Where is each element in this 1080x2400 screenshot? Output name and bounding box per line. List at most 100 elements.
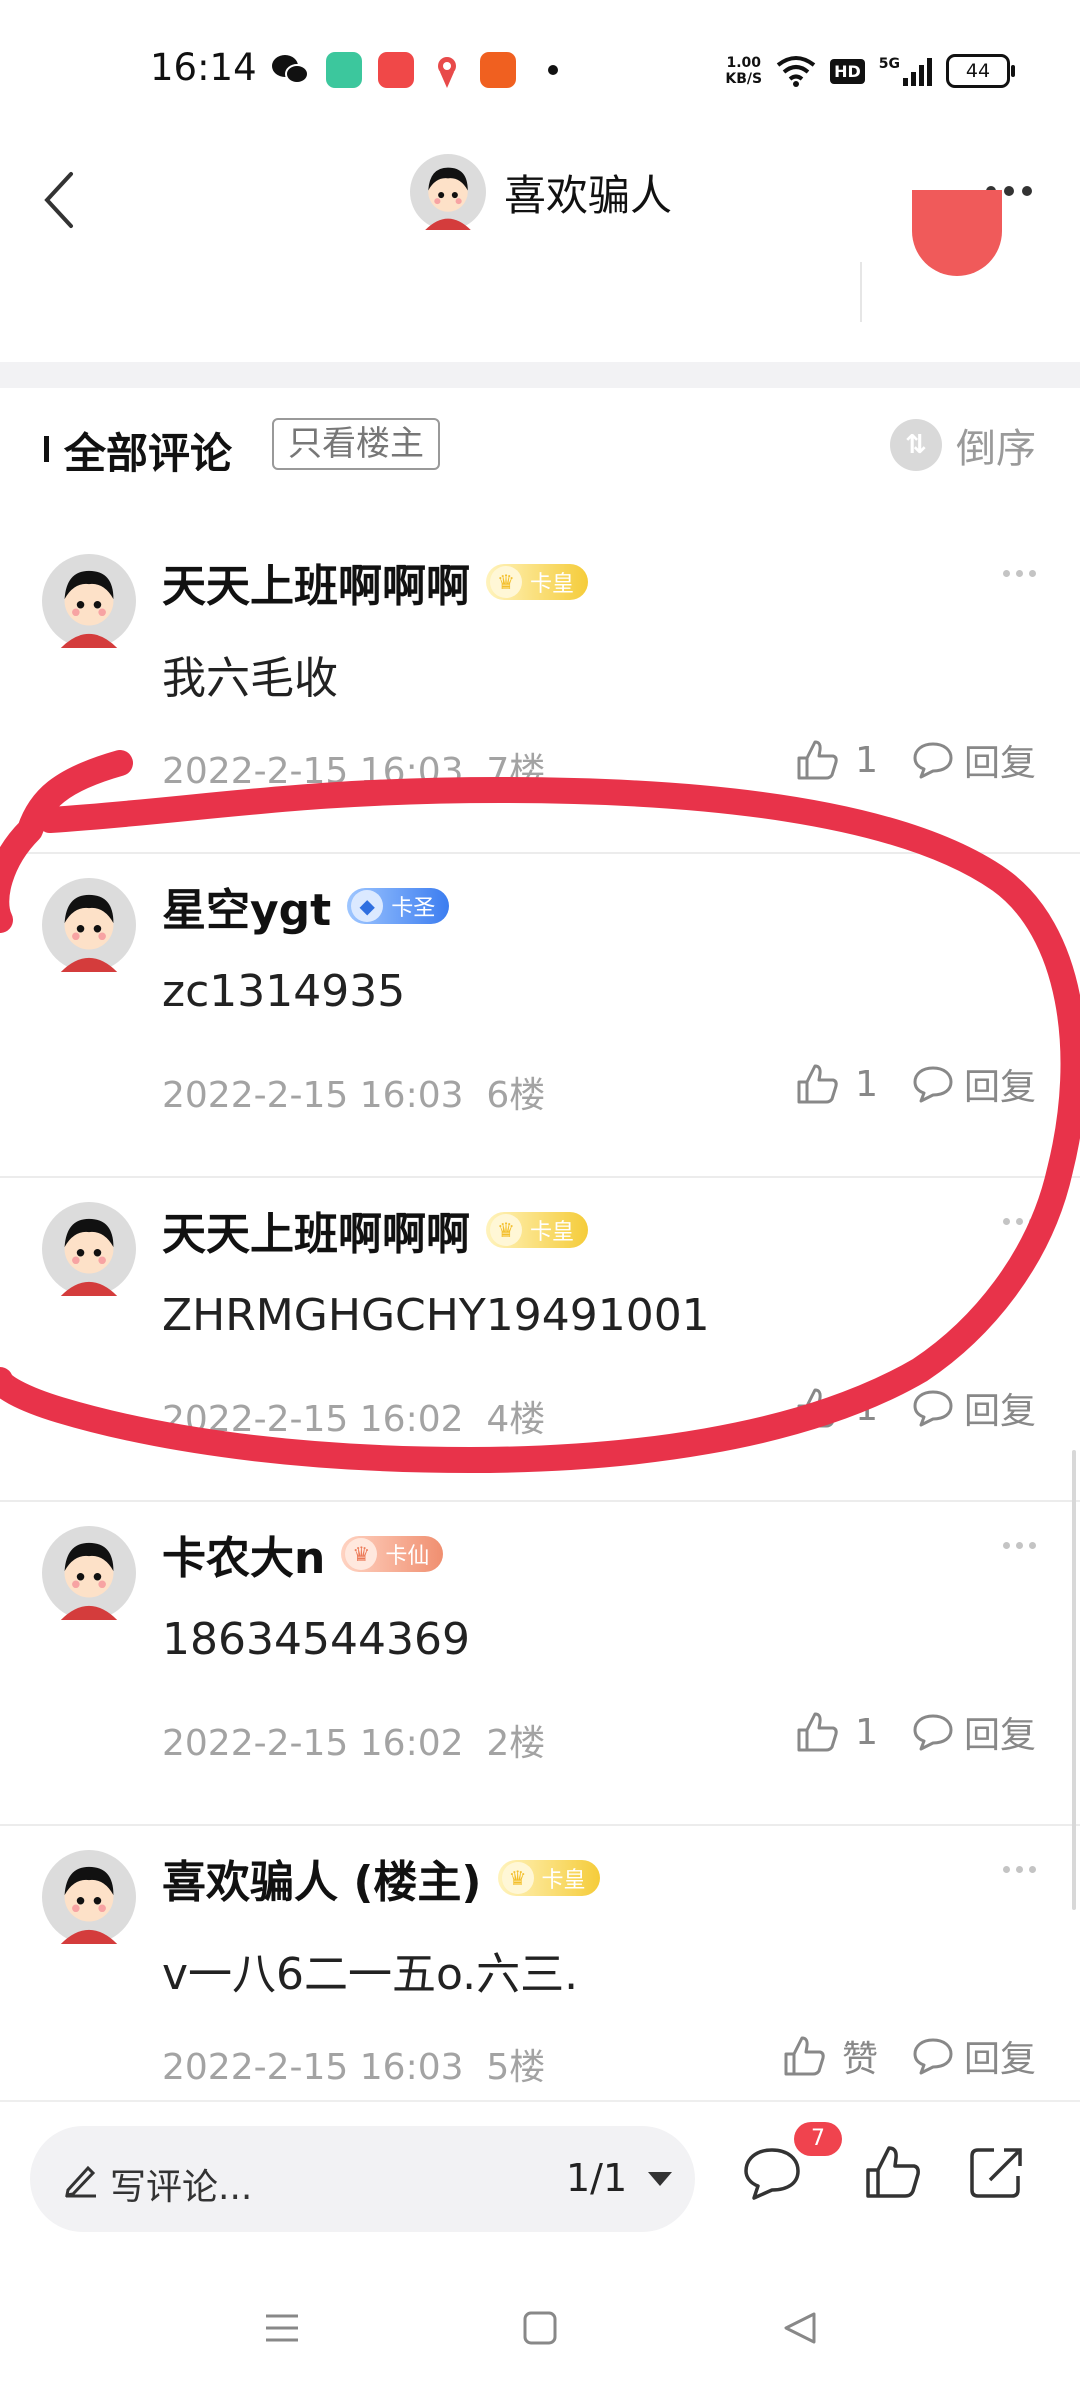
crown-icon: ♛	[501, 1862, 534, 1894]
crown-icon: ♛	[490, 1214, 522, 1246]
username[interactable]: 喜欢骗人 (楼主)	[162, 1846, 482, 1910]
write-comment-input[interactable]: 写评论... 1/1	[30, 2126, 695, 2232]
like-count: 1	[855, 1711, 878, 1753]
like-count: 1	[855, 1387, 878, 1429]
comment-meta: 2022-2-15 16:03 7楼	[162, 742, 545, 794]
header-accent-bar	[44, 436, 49, 462]
back-arrow-icon	[44, 172, 73, 228]
like-button[interactable]: 1	[795, 738, 878, 782]
reply-button[interactable]: 回复	[912, 1382, 1036, 1434]
avatar[interactable]	[42, 1202, 136, 1296]
comment-item[interactable]: 天天上班啊啊啊 ♛ 卡皇 ZHRMGHGCHY19491001 2022-2-15…	[0, 1178, 1080, 1502]
page-indicator[interactable]: 1/1	[566, 2156, 627, 2200]
comment-more-button[interactable]	[1003, 894, 1036, 901]
username[interactable]: 星空ygt	[162, 874, 331, 938]
comment-item[interactable]: 卡农大n ♛ 卡仙 18634544369 2022-2-15 16:02 2楼 …	[0, 1502, 1080, 1826]
avatar[interactable]	[42, 1526, 136, 1620]
comment-time: 2022-2-15 16:03	[162, 751, 464, 792]
comments-title: 全部评论	[64, 429, 233, 478]
back-triangle-icon[interactable]	[780, 2308, 820, 2348]
comment-actions: 1 回复	[795, 734, 1036, 786]
net-speed-unit: KB/S	[725, 71, 763, 87]
comment-floor: 6楼	[486, 1075, 546, 1116]
system-nav-bar	[0, 2250, 1080, 2400]
like-button[interactable]: 1	[795, 1710, 878, 1754]
like-count: 赞	[841, 2039, 878, 2080]
comment-floor: 5楼	[486, 2047, 546, 2088]
thumbs-up-icon	[784, 2036, 825, 2076]
thumbs-up-icon	[797, 1712, 838, 1752]
comment-text: v一八6二一五o.六三.	[162, 1949, 579, 2000]
comment-time: 2022-2-15 16:03	[162, 1075, 464, 1116]
wifi-icon	[776, 56, 816, 87]
level-badge: ♛ 卡仙	[341, 1536, 444, 1572]
wechat-icon	[272, 55, 309, 84]
like-button[interactable]: 1	[795, 1062, 878, 1106]
reply-button[interactable]: 回复	[912, 734, 1036, 786]
level-badge: ♛ 卡皇	[486, 564, 589, 600]
reply-button[interactable]: 回复	[912, 1706, 1036, 1758]
username[interactable]: 天天上班啊啊啊	[162, 550, 470, 614]
home-icon[interactable]	[520, 2308, 560, 2348]
share-icon[interactable]	[966, 2142, 1026, 2202]
only-op-button[interactable]: 只看楼主	[272, 418, 440, 470]
menu-icon[interactable]	[262, 2308, 302, 2348]
like-button[interactable]: 1	[795, 1386, 878, 1430]
back-button[interactable]	[24, 160, 94, 240]
badge-label: 卡仙	[385, 1544, 430, 1569]
reply-label: 回复	[963, 1067, 1036, 1108]
sort-button[interactable]: ⇅ 倒序	[890, 416, 1036, 474]
comment-more-button[interactable]	[1003, 1218, 1036, 1225]
reply-label: 回复	[963, 1391, 1036, 1432]
comment-bubble-icon	[913, 742, 953, 779]
comments-header: 全部评论 只看楼主 ⇅ 倒序	[0, 388, 1080, 498]
comment-header: 天天上班啊啊啊 ♛ 卡皇	[162, 550, 589, 614]
thumbs-up-icon	[797, 1388, 838, 1428]
comment-text: zc1314935	[162, 966, 406, 1017]
comment-meta: 2022-2-15 16:03 5楼	[162, 2038, 545, 2090]
comment-meta: 2022-2-15 16:02 4楼	[162, 1390, 545, 1442]
comment-item[interactable]: 天天上班啊啊啊 ♛ 卡皇 我六毛收 2022-2-15 16:03 7楼 1 回复	[0, 530, 1080, 854]
signal-icon: 5G	[879, 56, 932, 86]
comment-more-button[interactable]	[1003, 1866, 1036, 1873]
caret-down-icon[interactable]	[648, 2172, 672, 2186]
reply-button[interactable]: 回复	[912, 2030, 1036, 2082]
status-bar: 16:14 1.00 KB/S HD 5G 44	[0, 0, 1080, 140]
thumbs-up-icon[interactable]	[862, 2142, 922, 2202]
comment-bubble-icon[interactable]	[742, 2146, 802, 2202]
comment-more-button[interactable]	[1003, 1542, 1036, 1549]
username[interactable]: 卡农大n	[162, 1522, 325, 1586]
net-speed-value: 1.00	[726, 55, 761, 71]
hd-icon: HD	[830, 58, 865, 84]
notification-icons	[270, 52, 558, 88]
avatar[interactable]	[42, 554, 136, 648]
sort-label: 倒序	[956, 426, 1036, 472]
username[interactable]: 天天上班啊啊啊	[162, 1198, 470, 1262]
comment-item[interactable]: 星空ygt ◆ 卡圣 zc1314935 2022-2-15 16:03 6楼 1…	[0, 854, 1080, 1178]
reply-button[interactable]: 回复	[912, 1058, 1036, 1110]
network-type: 5G	[878, 56, 900, 72]
comment-header: 天天上班啊啊啊 ♛ 卡皇	[162, 1198, 589, 1262]
like-button[interactable]: 赞	[782, 2030, 878, 2082]
comment-bubble-icon	[913, 1390, 953, 1427]
like-count: 1	[855, 1063, 878, 1105]
comment-more-button[interactable]	[1003, 570, 1036, 577]
scrollbar[interactable]	[1072, 1450, 1076, 1910]
avatar[interactable]	[42, 1850, 136, 1944]
comment-time: 2022-2-15 16:03	[162, 2047, 464, 2088]
avatar	[410, 154, 486, 230]
taobao-icon	[480, 52, 516, 88]
like-count: 1	[855, 739, 878, 781]
comment-meta: 2022-2-15 16:03 6楼	[162, 1066, 545, 1118]
page-title: 喜欢骗人	[504, 170, 673, 220]
status-dot	[548, 65, 558, 75]
title-group[interactable]: 喜欢骗人	[410, 154, 672, 230]
badge-label: 卡皇	[541, 1868, 586, 1893]
bottom-bar: 写评论... 1/1 7	[0, 2100, 1080, 2252]
comment-floor: 7楼	[486, 751, 546, 792]
avatar[interactable]	[42, 878, 136, 972]
level-badge: ♛ 卡皇	[486, 1212, 589, 1248]
comment-header: 喜欢骗人 (楼主) ♛ 卡皇	[162, 1846, 600, 1910]
partial-red-element	[912, 190, 1002, 276]
comment-list: 天天上班啊啊啊 ♛ 卡皇 我六毛收 2022-2-15 16:03 7楼 1 回复	[0, 530, 1080, 2150]
